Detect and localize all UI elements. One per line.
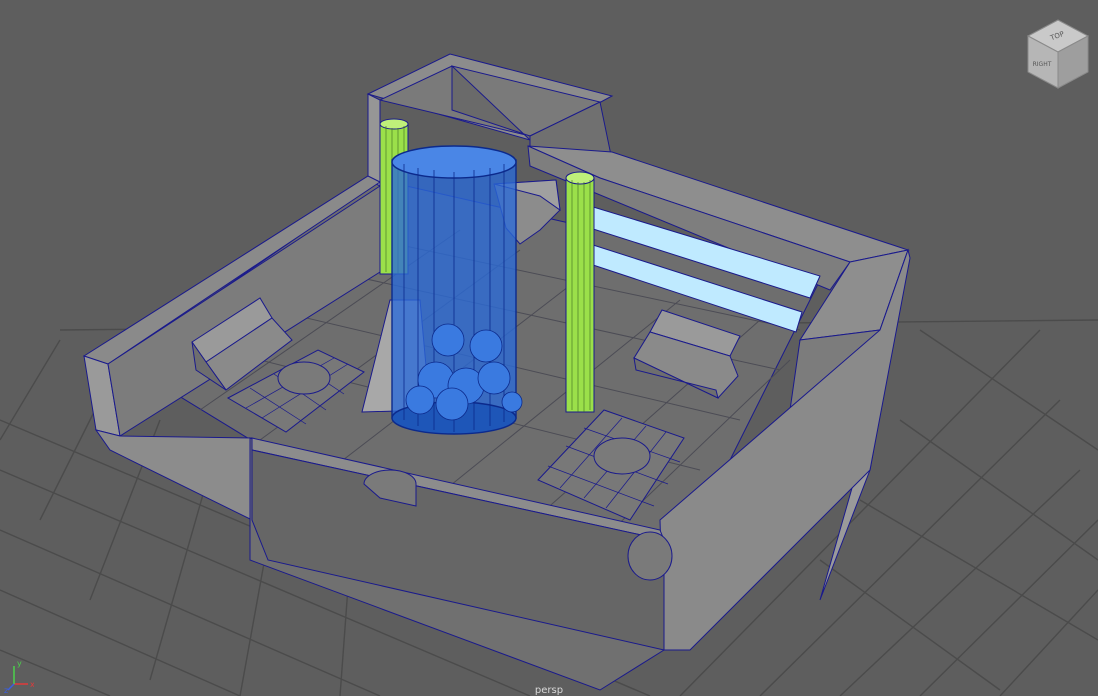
y-axis-label: y bbox=[17, 659, 22, 668]
maya-perspective-viewport[interactable]: TOP RIGHT x y z persp bbox=[0, 0, 1098, 696]
camera-name-label: persp bbox=[534, 685, 564, 696]
scene-canvas[interactable] bbox=[0, 0, 1098, 696]
lamp-corner[interactable] bbox=[627, 531, 673, 581]
view-cube-icon[interactable]: TOP RIGHT bbox=[1022, 16, 1094, 92]
view-cube-front-label: RIGHT bbox=[1033, 61, 1052, 68]
column-front-right[interactable] bbox=[565, 171, 595, 413]
selected-cylinder[interactable] bbox=[391, 145, 523, 435]
